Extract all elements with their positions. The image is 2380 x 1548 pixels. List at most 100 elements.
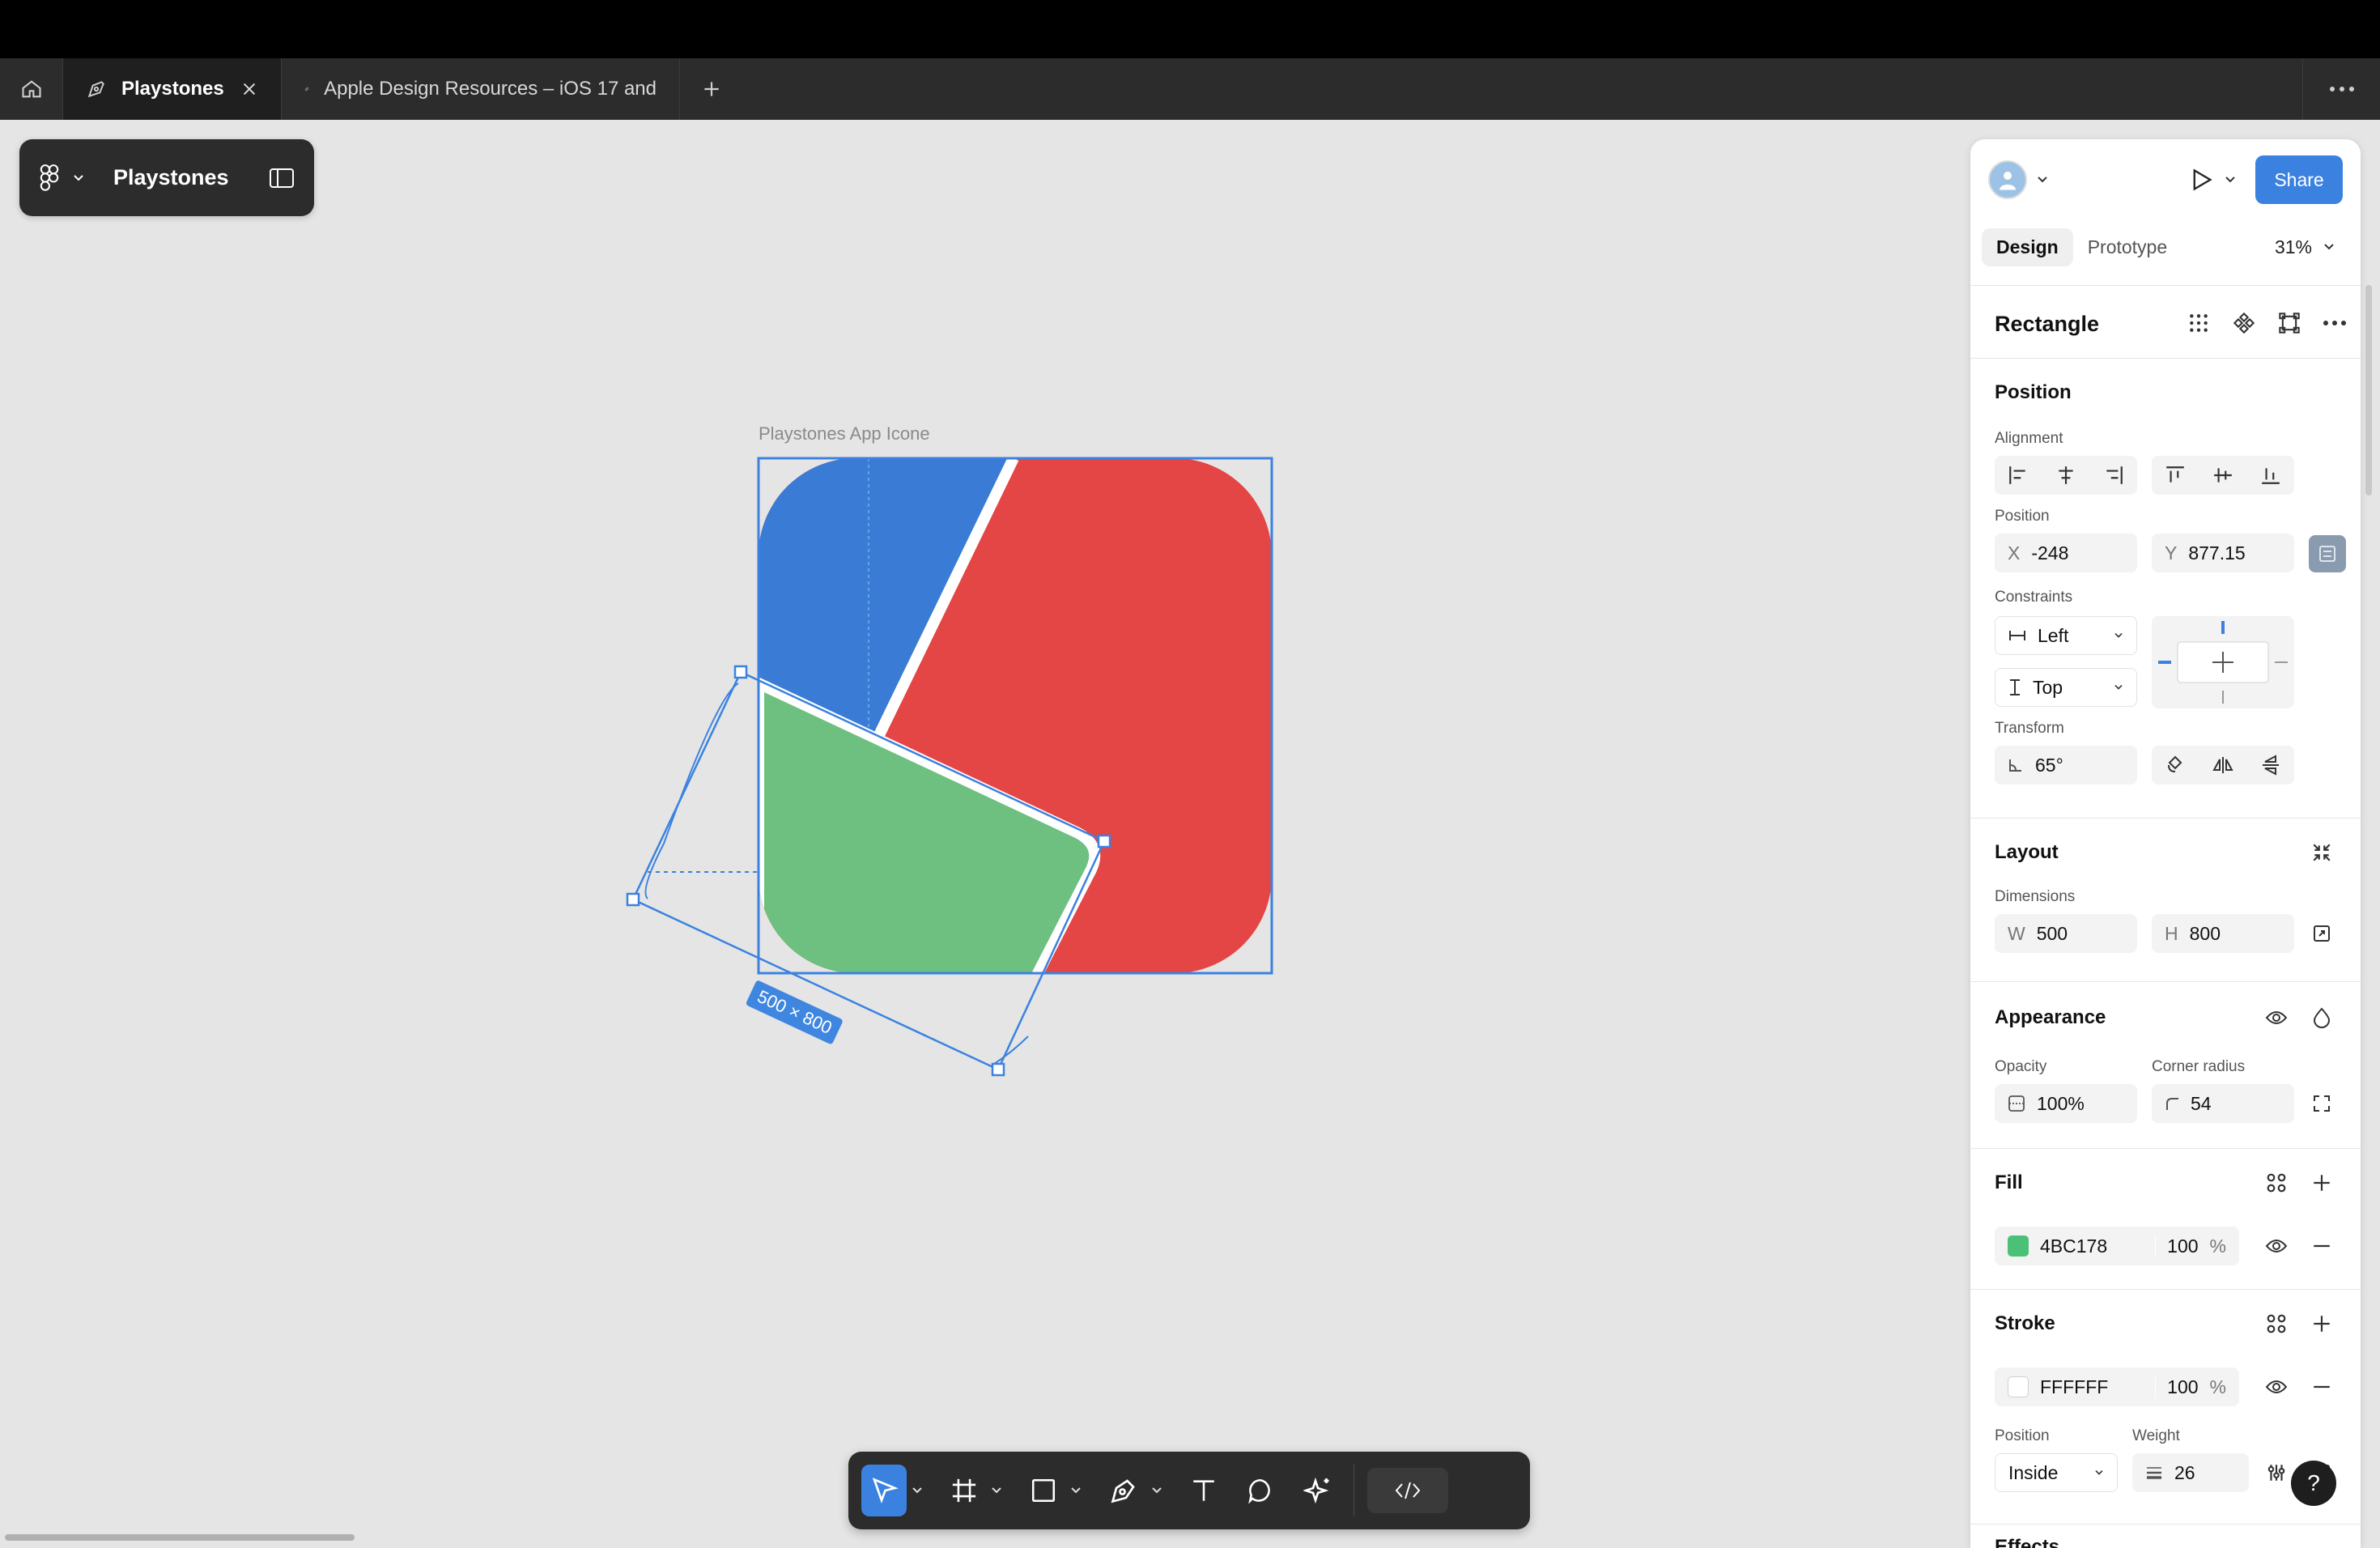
move-tool[interactable] xyxy=(861,1465,907,1516)
horizontal-constraint-icon xyxy=(2009,631,2025,640)
remove-fill-button[interactable] xyxy=(2306,1230,2338,1262)
resize-handle[interactable] xyxy=(626,892,640,907)
stroke-visibility-toggle[interactable] xyxy=(2260,1371,2293,1403)
add-fill-button[interactable] xyxy=(2306,1167,2338,1199)
resize-handle[interactable] xyxy=(733,665,748,679)
corner-radius-field[interactable]: 54 xyxy=(2152,1084,2294,1123)
panel-scrollbar[interactable] xyxy=(2365,285,2372,495)
ignore-auto-layout-button[interactable] xyxy=(2309,535,2346,572)
fill-color-field[interactable]: 4BC178 100 % xyxy=(1995,1227,2239,1265)
help-button[interactable]: ? xyxy=(2291,1461,2336,1506)
collapse-layout-button[interactable] xyxy=(2306,836,2338,869)
y-position-field[interactable]: Y 877.15 xyxy=(2152,534,2294,572)
stroke-color-swatch[interactable] xyxy=(2008,1376,2029,1397)
more-options-button[interactable] xyxy=(2302,58,2380,120)
align-right-icon[interactable] xyxy=(2103,465,2124,486)
align-top-icon[interactable] xyxy=(2165,465,2186,486)
sidebar-toggle-icon[interactable] xyxy=(269,168,295,189)
independent-corners-button[interactable] xyxy=(2306,1087,2338,1120)
chevron-down-icon[interactable] xyxy=(1151,1486,1162,1495)
stroke-settings-button[interactable] xyxy=(2260,1457,2293,1489)
fill-visibility-toggle[interactable] xyxy=(2260,1230,2293,1262)
avatar[interactable] xyxy=(1988,160,2027,199)
rectangle-tool[interactable] xyxy=(1022,1465,1065,1516)
rotation-value: 65° xyxy=(2035,754,2063,776)
constraints-label: Constraints xyxy=(1995,589,2073,606)
figma-logo-icon[interactable] xyxy=(39,164,60,192)
chevron-down-icon[interactable] xyxy=(2037,176,2048,184)
file-name[interactable]: Playstones xyxy=(113,165,229,190)
align-center-vertical-icon[interactable] xyxy=(2212,465,2233,486)
flip-horizontal-icon[interactable] xyxy=(2212,755,2234,775)
tab-design[interactable]: Design xyxy=(1982,228,2073,266)
frame-label[interactable]: Playstones App Icone xyxy=(759,423,930,444)
resize-handle[interactable] xyxy=(991,1062,1005,1077)
zoom-control[interactable]: 31% xyxy=(2275,236,2349,258)
selection-type: Rectangle xyxy=(1995,312,2100,336)
rotation-angle-icon xyxy=(2009,759,2021,772)
chevron-down-icon[interactable] xyxy=(991,1486,1002,1495)
stroke-styles-button[interactable] xyxy=(2260,1308,2293,1340)
chevron-down-icon[interactable] xyxy=(73,174,84,182)
rotate-icon[interactable] xyxy=(2165,754,2185,776)
sparkle-icon xyxy=(1303,1477,1329,1504)
comment-tool[interactable] xyxy=(1239,1465,1282,1516)
canvas[interactable] xyxy=(0,120,1959,1548)
dev-mode-toggle[interactable] xyxy=(1367,1468,1448,1513)
blend-mode-button[interactable] xyxy=(2306,1002,2338,1034)
home-button[interactable] xyxy=(0,58,63,120)
component-button[interactable] xyxy=(2228,307,2260,339)
tab-prototype[interactable]: Prototype xyxy=(2073,228,2182,266)
stroke-weight-label: Weight xyxy=(2132,1427,2180,1444)
align-bottom-icon[interactable] xyxy=(2260,465,2281,486)
frame-tool[interactable] xyxy=(942,1465,986,1516)
close-icon[interactable] xyxy=(240,80,258,98)
visibility-toggle[interactable] xyxy=(2260,1002,2293,1034)
constraints-widget[interactable] xyxy=(2152,616,2294,708)
present-button[interactable] xyxy=(2191,168,2236,192)
grid-icon-button[interactable] xyxy=(2182,307,2215,339)
add-stroke-button[interactable] xyxy=(2306,1308,2338,1340)
opacity-value: 100% xyxy=(2037,1092,2085,1114)
tab-apple-design-resources[interactable]: Apple Design Resources – iOS 17 and xyxy=(282,58,680,120)
grid-icon xyxy=(2190,314,2208,332)
cursor-arrow-icon xyxy=(872,1478,899,1503)
align-center-horizontal-icon[interactable] xyxy=(2055,465,2076,486)
aspect-ratio-icon xyxy=(2314,925,2330,942)
constrain-proportions-button[interactable] xyxy=(2306,917,2338,950)
stroke-color-field[interactable]: FFFFFF 100 % xyxy=(1995,1367,2239,1406)
fill-color-swatch[interactable] xyxy=(2008,1235,2029,1257)
align-left-icon[interactable] xyxy=(2008,465,2029,486)
tab-label: Playstones xyxy=(121,78,224,100)
flip-vertical-icon[interactable] xyxy=(2261,754,2280,776)
tab-playstones[interactable]: Playstones xyxy=(63,58,282,120)
text-tool[interactable] xyxy=(1182,1465,1226,1516)
corner-radius-label: Corner radius xyxy=(2152,1058,2246,1075)
chevron-down-icon[interactable] xyxy=(912,1486,923,1495)
mask-button[interactable] xyxy=(2273,307,2306,339)
share-button[interactable]: Share xyxy=(2255,155,2343,204)
section-title: Fill xyxy=(1995,1172,2023,1193)
horizontal-constraint-select[interactable]: Left xyxy=(1995,616,2137,655)
fill-styles-button[interactable] xyxy=(2260,1167,2293,1199)
rotation-field[interactable]: 65° xyxy=(1995,746,2137,785)
width-field[interactable]: W 500 xyxy=(1995,914,2137,953)
stroke-weight-field[interactable]: 26 xyxy=(2132,1453,2249,1492)
chevron-down-icon[interactable] xyxy=(1070,1486,1082,1495)
opacity-field[interactable]: 100% xyxy=(1995,1084,2137,1123)
new-tab-button[interactable] xyxy=(680,58,743,120)
resize-handle[interactable] xyxy=(1097,834,1111,848)
remove-stroke-button[interactable] xyxy=(2306,1371,2338,1403)
pen-tool[interactable] xyxy=(1101,1465,1146,1516)
chevron-down-icon[interactable] xyxy=(2225,176,2236,184)
canvas-horizontal-scrollbar[interactable] xyxy=(5,1534,355,1541)
styles-icon xyxy=(2267,1314,2286,1333)
height-field[interactable]: H 800 xyxy=(2152,914,2294,953)
actions-tool[interactable] xyxy=(1295,1465,1341,1516)
plus-icon xyxy=(2314,1316,2330,1332)
more-options-button[interactable] xyxy=(2318,307,2351,339)
vertical-constraint-select[interactable]: Top xyxy=(1995,668,2137,707)
x-position-field[interactable]: X -248 xyxy=(1995,534,2137,572)
stroke-position-select[interactable]: Inside xyxy=(1995,1453,2118,1492)
comment-icon xyxy=(1248,1478,1270,1504)
